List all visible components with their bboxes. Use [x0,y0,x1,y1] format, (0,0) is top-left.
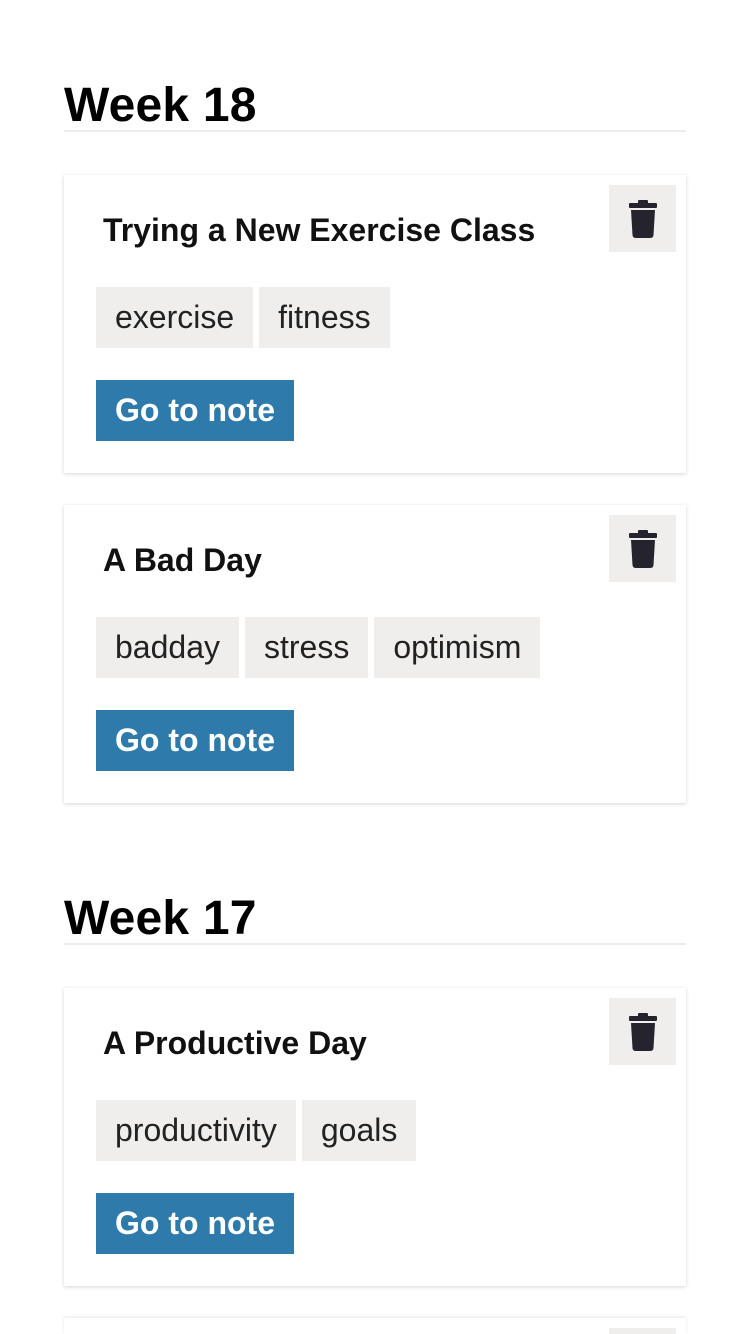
note-card: A Bad Day badday stress optimism Go to n… [64,505,686,803]
note-card: A Productive Day productivity goals Go t… [64,988,686,1286]
trash-icon [628,529,657,568]
delete-note-button[interactable] [609,998,676,1065]
delete-note-button[interactable] [609,185,676,252]
delete-note-button[interactable] [609,1328,676,1334]
go-to-note-button[interactable]: Go to note [96,380,294,441]
week-heading: Week 18 [64,79,257,132]
tag[interactable]: exercise [96,287,254,348]
tag-list: productivity goals [96,1100,417,1161]
delete-note-button[interactable] [609,515,676,582]
trash-icon [628,1012,657,1051]
notes-list: Week 18 Trying a New Exercise Class exer… [0,0,750,1334]
tag-list: badday stress optimism [96,617,541,678]
tag-list: exercise fitness [96,287,390,348]
trash-icon [628,199,657,238]
tag[interactable]: stress [244,617,369,678]
tag[interactable]: goals [301,1100,417,1161]
week-section-header: Week 17 [64,885,686,945]
note-title: A Productive Day [103,1025,367,1061]
tag[interactable]: productivity [96,1100,296,1161]
go-to-note-button[interactable]: Go to note [96,710,294,771]
note-title: A Bad Day [103,542,262,578]
tag[interactable]: fitness [259,287,390,348]
week-section-header: Week 18 [64,72,686,132]
note-title: Trying a New Exercise Class [103,212,536,248]
note-card [64,1318,686,1334]
tag[interactable]: optimism [374,617,541,678]
tag[interactable]: badday [96,617,239,678]
week-heading: Week 17 [64,892,257,945]
note-card: Trying a New Exercise Class exercise fit… [64,175,686,473]
go-to-note-button[interactable]: Go to note [96,1193,294,1254]
